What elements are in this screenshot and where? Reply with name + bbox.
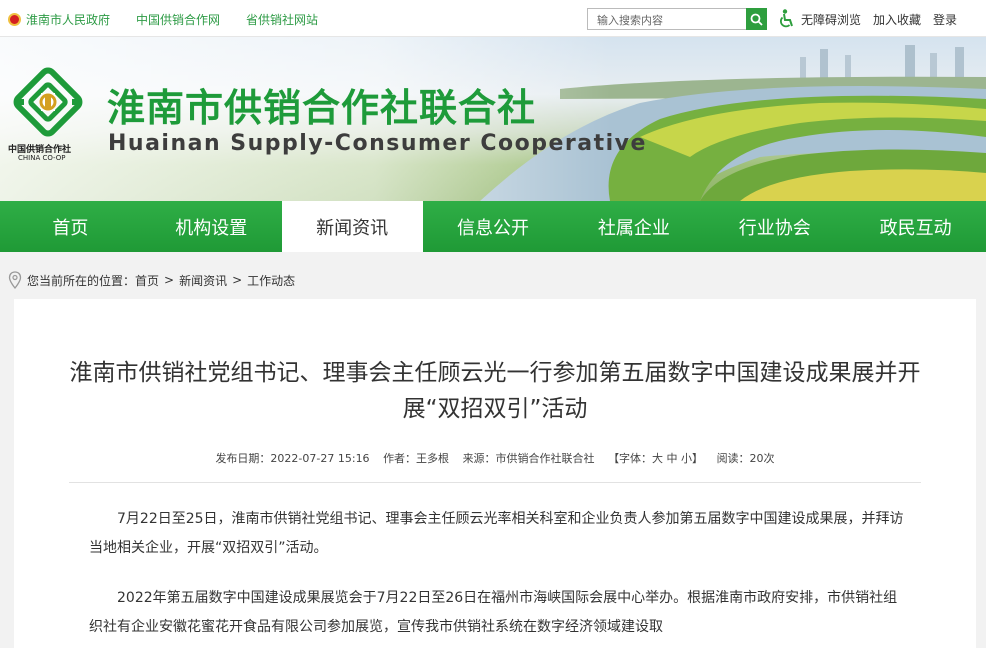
logo-caption-en: CHINA CO-OP [18,154,66,162]
search-box [587,8,767,31]
wheelchair-icon [780,9,793,28]
article-meta: 发布日期：2022-07-27 15:16 作者：王多根 来源：市供销合作社联合… [14,450,976,466]
breadcrumb: 您当前所在的位置： 首页 > 新闻资讯 > 工作动态 [8,271,295,289]
breadcrumb-separator: > [232,273,243,287]
meta-divider [69,482,921,483]
nav-home[interactable]: 首页 [0,201,141,252]
link-provincial-coop-site[interactable]: 省供销社网站 [246,11,318,28]
nav-industry-associations[interactable]: 行业协会 [704,201,845,252]
article-panel: 淮南市供销社党组书记、理事会主任顾云光一行参加第五届数字中国建设成果展并开展“双… [14,299,976,648]
header-banner: 中国供销合作社 CHINA CO-OP 淮南市供销合作社联合社 Huainan … [0,37,986,201]
article-paragraph: 7月22日至25日，淮南市供销社党组书记、理事会主任顾云光率相关科室和企业负责人… [89,511,904,556]
top-links: 淮南市人民政府 中国供销合作网 省供销社网站 [8,11,344,28]
national-emblem-icon [8,13,21,26]
link-huainan-government[interactable]: 淮南市人民政府 [8,11,110,28]
site-title: 淮南市供销合作社联合社 [107,86,537,130]
login-link[interactable]: 登录 [933,11,957,28]
top-bar: 淮南市人民政府 中国供销合作网 省供销社网站 无障碍浏览 加入收藏 登录 [0,0,986,37]
breadcrumb-news[interactable]: 新闻资讯 [179,272,227,289]
nav-public-interaction[interactable]: 政民互动 [845,201,986,252]
font-size-selector[interactable]: 【字体：大 中 小】 [608,452,703,465]
add-favorite-link[interactable]: 加入收藏 [873,11,921,28]
china-coop-logo [13,67,83,137]
location-pin-icon [8,271,22,289]
link-china-coop-network[interactable]: 中国供销合作网 [136,11,220,28]
nav-organization[interactable]: 机构设置 [141,201,282,252]
search-input[interactable] [588,10,746,31]
breadcrumb-prefix: 您当前所在的位置： [27,273,136,288]
breadcrumb-work-updates[interactable]: 工作动态 [247,272,295,289]
search-button[interactable] [746,8,767,30]
top-right-links: 无障碍浏览 加入收藏 登录 [778,9,957,29]
main-nav: 首页 机构设置 新闻资讯 信息公开 社属企业 行业协会 政民互动 [0,201,986,252]
breadcrumb-separator: > [164,273,175,287]
article-title: 淮南市供销社党组书记、理事会主任顾云光一行参加第五届数字中国建设成果展并开展“双… [69,360,921,422]
nav-news[interactable]: 新闻资讯 [281,201,423,252]
accessibility-link[interactable]: 无障碍浏览 [778,9,861,29]
publish-date: 发布日期：2022-07-27 15:16 [215,452,370,465]
search-icon [750,13,763,26]
nav-affiliated-enterprises[interactable]: 社属企业 [563,201,704,252]
view-count: 阅读：20次 [716,452,775,465]
breadcrumb-home[interactable]: 首页 [135,272,159,289]
site-subtitle: Huainan Supply-Consumer Cooperative [108,131,647,156]
article-source: 来源：市供销合作社联合社 [462,452,595,465]
article-paragraph: 2022年第五届数字中国建设成果展览会于7月22日至26日在福州市海峡国际会展中… [89,590,898,635]
article-author: 作者：王多根 [383,452,450,465]
nav-info-disclosure[interactable]: 信息公开 [423,201,564,252]
